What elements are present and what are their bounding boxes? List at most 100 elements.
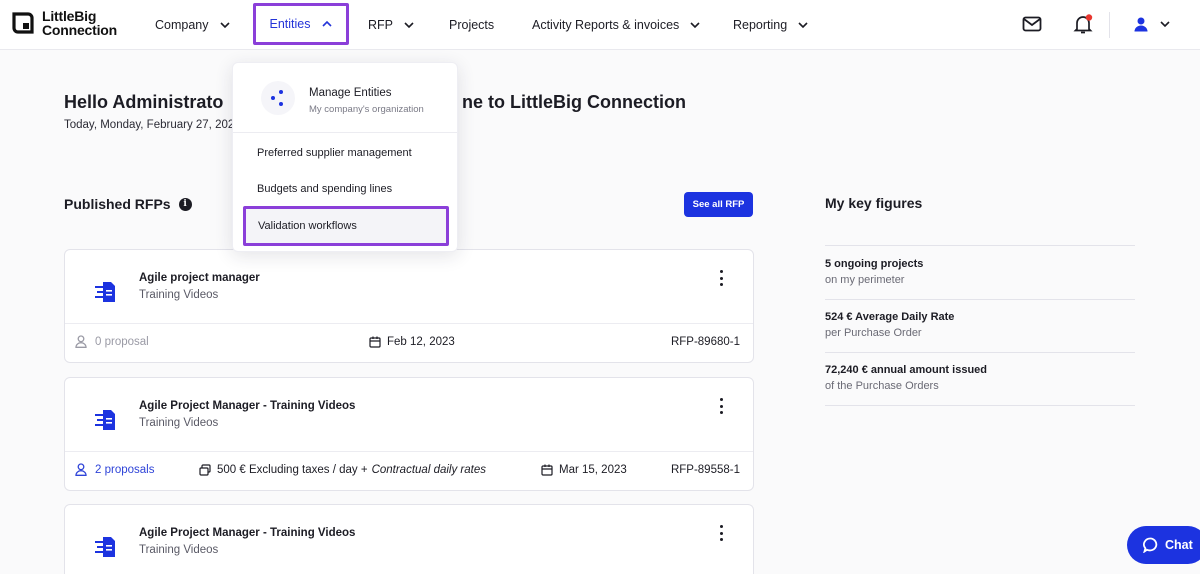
nav-entities-label: Entities	[269, 17, 311, 31]
envelope-icon	[1022, 16, 1042, 32]
rfp-card-footer: 2 proposals 500 € Excluding taxes / day …	[65, 452, 753, 490]
rfp-date-label: Mar 15, 2023	[559, 464, 627, 476]
nav-reporting-label: Reporting	[733, 18, 788, 32]
chevron-down-icon	[219, 22, 230, 29]
rfp-subtitle: Training Videos	[139, 544, 219, 556]
chat-label: Chat	[1165, 538, 1193, 552]
nav-reporting[interactable]: Reporting	[733, 0, 809, 50]
rfp-reference: RFP-89558-1	[670, 464, 740, 476]
rfp-rate: 500 € Excluding taxes / day + Contractua…	[199, 464, 486, 476]
info-icon[interactable]: i	[178, 197, 192, 211]
rfp-card-header: Agile Project Manager - Training Videos …	[65, 378, 753, 452]
document-icon	[95, 410, 115, 430]
chat-bubble-icon	[1143, 537, 1158, 553]
rfp-card[interactable]: Agile Project Manager - Training Videos …	[64, 504, 754, 574]
divider	[825, 405, 1135, 406]
key-figure: 5 ongoing projects on my perimeter	[825, 258, 923, 286]
key-figure-caption: on my perimeter	[825, 274, 905, 286]
document-icon	[95, 537, 115, 557]
key-figure: 524 € Average Daily Rate per Purchase Or…	[825, 311, 954, 339]
notifications-button[interactable]	[1072, 13, 1094, 35]
messages-button[interactable]	[1021, 13, 1043, 35]
entities-dropdown-menu: Manage Entities My company's organizatio…	[232, 62, 458, 252]
menu-item-validation-workflows[interactable]: Validation workflows	[243, 206, 449, 246]
person-icon	[75, 335, 87, 348]
user-avatar-icon	[1134, 17, 1148, 32]
key-figure-caption: per Purchase Order	[825, 327, 922, 339]
chevron-down-icon	[690, 22, 700, 29]
today-date: Today, Monday, February 27, 202	[64, 119, 235, 131]
greeting-title-left: Hello Administrato	[64, 92, 224, 112]
brand-line-1: LittleBig	[42, 8, 97, 24]
nav-activity-reports[interactable]: Activity Reports & invoices	[532, 0, 701, 50]
key-figures-title: My key figures	[825, 195, 923, 211]
nav-projects[interactable]: Projects	[449, 0, 494, 50]
menu-item-budgets[interactable]: Budgets and spending lines	[257, 183, 392, 195]
proposals-label: 2 proposals	[95, 463, 155, 476]
brand-logo[interactable]: LittleBig Connection	[10, 9, 117, 37]
org-chart-icon	[261, 81, 295, 115]
rfp-card-header: Agile Project Manager - Training Videos …	[65, 505, 753, 574]
nav-rfp[interactable]: RFP	[368, 0, 415, 50]
chevron-up-icon	[321, 20, 332, 27]
key-figure-value: 5 ongoing projects	[825, 258, 924, 270]
document-icon	[95, 282, 115, 302]
rfp-card[interactable]: Agile project manager Training Videos 0 …	[64, 249, 754, 363]
logo-mark-icon	[12, 12, 34, 34]
nav-projects-label: Projects	[449, 18, 495, 32]
rate-extra-label: Contractual daily rates	[371, 464, 486, 476]
key-figure-caption: of the Purchase Orders	[825, 380, 939, 392]
rfp-card[interactable]: Agile Project Manager - Training Videos …	[64, 377, 754, 491]
money-icon	[199, 464, 211, 476]
rfp-date: Mar 15, 2023	[541, 464, 627, 476]
chevron-down-icon	[404, 22, 414, 29]
rfp-reference: RFP-89680-1	[670, 336, 740, 348]
more-options-icon[interactable]	[717, 398, 725, 414]
proposals-label: 0 proposal	[95, 335, 149, 348]
divider	[825, 299, 1135, 300]
rfp-subtitle: Training Videos	[139, 417, 219, 429]
rfp-card-header: Agile project manager Training Videos	[65, 250, 753, 324]
key-figure-value: 524 € Average Daily Rate	[825, 311, 955, 323]
calendar-icon	[541, 464, 553, 476]
bell-icon	[1073, 14, 1093, 34]
brand-line-2: Connection	[42, 22, 117, 38]
nav-rfp-label: RFP	[368, 18, 393, 32]
more-options-icon[interactable]	[717, 525, 725, 541]
manage-entities-item[interactable]: Manage Entities My company's organizatio…	[233, 63, 457, 133]
greeting-title-right: ne to LittleBig Connection	[462, 92, 686, 112]
divider	[825, 352, 1135, 353]
key-figure-value: 72,240 € annual amount issued	[825, 364, 988, 376]
rfp-title[interactable]: Agile Project Manager - Training Videos	[139, 400, 355, 412]
published-rfps-heading: Published RFPs i	[64, 196, 192, 212]
person-icon	[75, 463, 87, 476]
user-menu-button[interactable]	[1130, 13, 1174, 35]
menu-item-preferred-supplier[interactable]: Preferred supplier management	[257, 147, 412, 159]
proposals-count: 0 proposal	[75, 335, 149, 348]
rfp-card-footer: 0 proposal Feb 12, 2023 RFP-89680-1	[65, 324, 753, 362]
manage-entities-subtitle: My company's organization	[309, 104, 424, 115]
published-rfps-title: Published RFPs	[64, 196, 171, 212]
rfp-date: Feb 12, 2023	[369, 336, 455, 348]
chat-button[interactable]: Chat	[1127, 526, 1200, 564]
proposals-count[interactable]: 2 proposals	[75, 463, 154, 476]
notification-dot	[1085, 14, 1093, 21]
manage-entities-title: Manage Entities	[309, 87, 392, 99]
rate-label: 500 € Excluding taxes / day +	[217, 464, 368, 476]
more-options-icon[interactable]	[717, 270, 725, 286]
nav-company-label: Company	[155, 18, 209, 32]
chevron-down-icon	[1160, 21, 1170, 28]
rfp-title[interactable]: Agile project manager	[139, 272, 260, 284]
chevron-down-icon	[798, 22, 808, 29]
nav-entities[interactable]: Entities	[253, 3, 349, 45]
nav-activity-label: Activity Reports & invoices	[532, 18, 680, 32]
see-all-rfp-button[interactable]: See all RFP	[684, 192, 753, 217]
rfp-date-label: Feb 12, 2023	[387, 336, 455, 348]
divider	[1109, 12, 1110, 38]
top-navigation-bar: LittleBig Connection Company Entities RF…	[0, 0, 1200, 50]
brand-name: LittleBig Connection	[42, 9, 117, 37]
nav-company[interactable]: Company	[155, 0, 231, 50]
rfp-title[interactable]: Agile Project Manager - Training Videos	[139, 527, 355, 539]
rfp-subtitle: Training Videos	[139, 289, 219, 301]
calendar-icon	[369, 336, 381, 348]
